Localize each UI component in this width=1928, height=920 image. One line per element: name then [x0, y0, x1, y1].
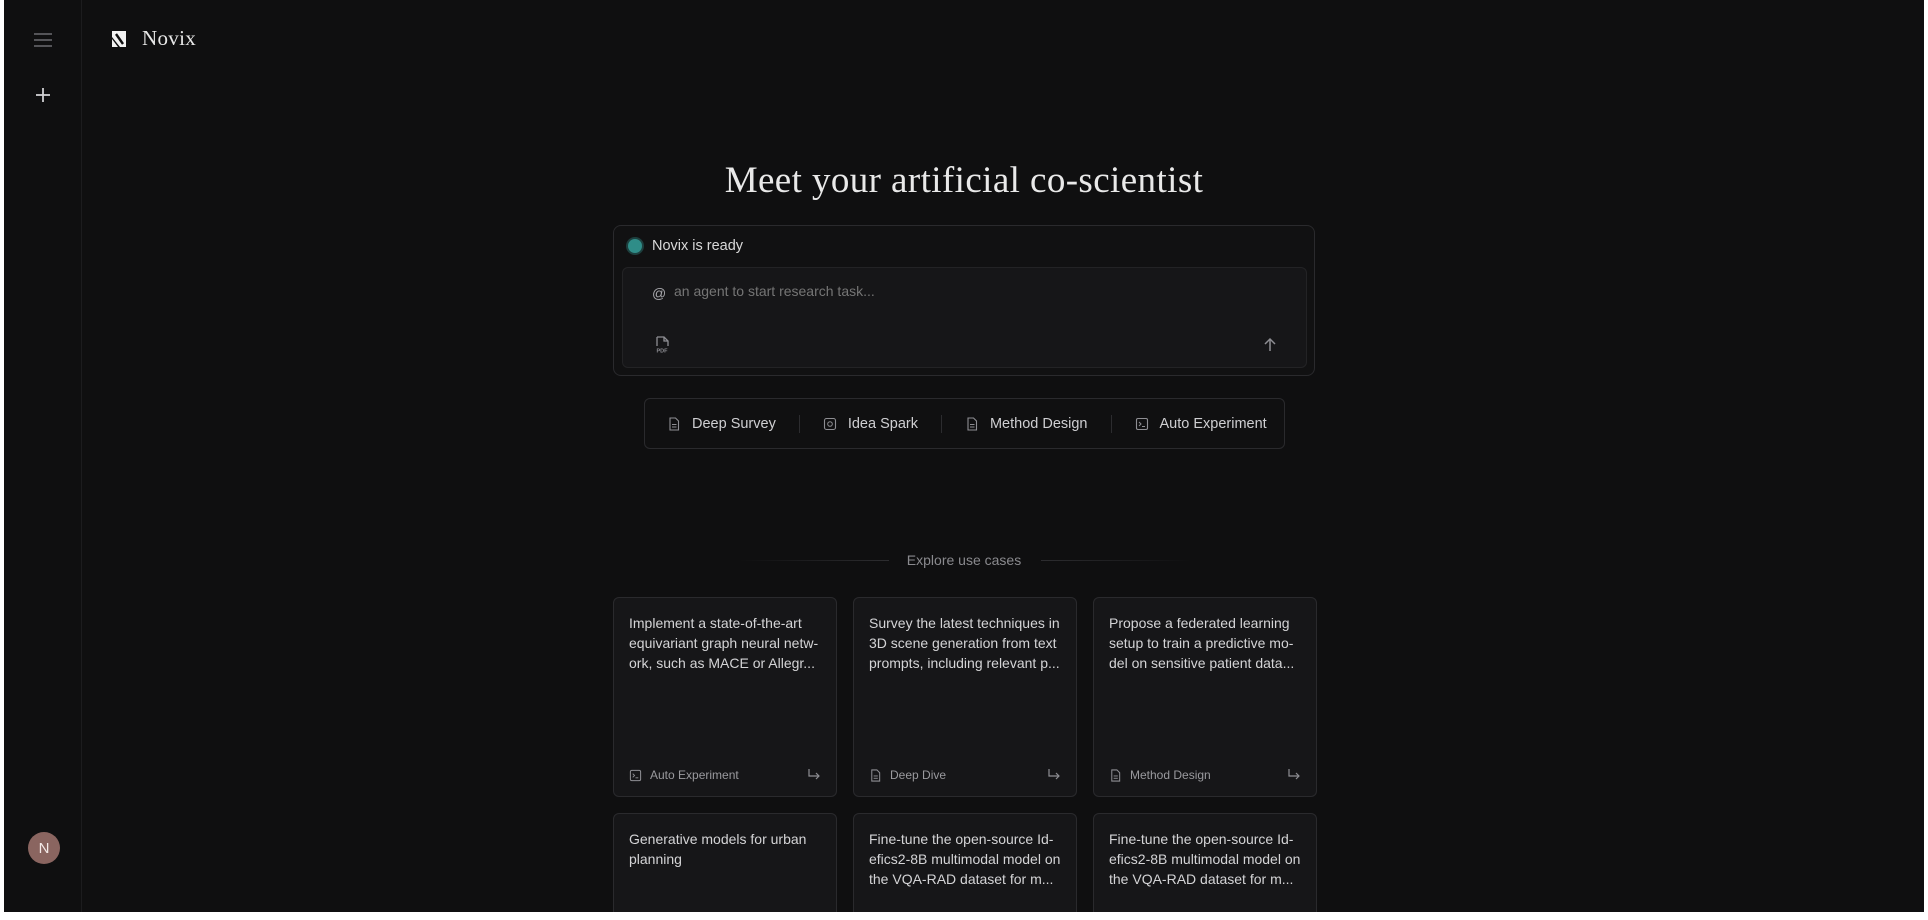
card-text: Implement a state-of-the-art equivariant…: [629, 615, 819, 671]
status-indicator: Novix is ready: [628, 238, 743, 254]
spark-icon: [823, 417, 836, 430]
prompt-box: @ PDF: [622, 267, 1307, 368]
corner-arrow-icon: [1288, 769, 1300, 780]
card-text: Fine-tune the open-source Id-efics2-8B m…: [869, 831, 1061, 887]
menu-button[interactable]: [27, 24, 59, 56]
divider: [940, 414, 942, 433]
sidebar: N: [4, 0, 82, 912]
svg-text:PDF: PDF: [657, 349, 669, 355]
mention-symbol: @: [652, 285, 667, 301]
card-tag: Method Design: [1109, 768, 1211, 782]
document-icon: [669, 416, 680, 431]
status-dot-icon: [628, 239, 642, 253]
composer: Novix is ready @ PDF: [613, 225, 1315, 376]
use-case-card[interactable]: Generative models for urban planning: [613, 813, 837, 912]
terminal-icon: [629, 769, 642, 781]
page-title: Meet your artificial co-scientist: [724, 160, 1204, 201]
explore-heading: Explore use cases: [906, 552, 1022, 568]
mode-label: Deep Survey: [692, 415, 776, 432]
mode-auto-experiment[interactable]: Auto Experiment: [1135, 416, 1267, 432]
send-button[interactable]: [1260, 335, 1280, 355]
use-case-card[interactable]: Survey the latest techniques in 3D scene…: [853, 597, 1077, 797]
novix-logo-icon: [112, 30, 126, 47]
card-tag-label: Method Design: [1130, 768, 1211, 782]
corner-arrow-icon: [1048, 769, 1060, 780]
divider: [798, 414, 800, 433]
mode-label: Auto Experiment: [1159, 415, 1267, 432]
pdf-file-icon: PDF: [656, 336, 669, 355]
app-window: N Novix Meet your artificial co-scientis…: [4, 0, 1924, 912]
use-case-card[interactable]: Fine-tune the open-source Id-efics2-8B m…: [853, 813, 1077, 912]
use-case-card[interactable]: Propose a federated learning setup to tr…: [1093, 597, 1317, 797]
card-text: Fine-tune the open-source Id-efics2-8B m…: [1109, 831, 1301, 887]
status-text: Novix is ready: [652, 238, 744, 254]
mode-label: Method Design: [989, 415, 1088, 432]
document-icon: [1111, 768, 1121, 782]
mode-label: Idea Spark: [847, 415, 918, 432]
divider: [1110, 414, 1112, 433]
corner-arrow-icon: [808, 769, 820, 780]
terminal-icon: [1135, 417, 1148, 430]
use-case-card[interactable]: Fine-tune the open-source Id-efics2-8B m…: [1093, 813, 1317, 912]
document-icon: [871, 768, 881, 782]
card-text: Generative models for urban planning: [629, 831, 807, 867]
card-text: Survey the latest techniques in 3D scene…: [869, 615, 1060, 671]
mode-method-design[interactable]: Method Design: [965, 416, 1088, 432]
card-tag: Auto Experiment: [629, 768, 739, 782]
attach-pdf-button[interactable]: PDF: [652, 335, 672, 355]
use-case-card[interactable]: Implement a state-of-the-art equivariant…: [613, 597, 837, 797]
card-tag: Deep Dive: [869, 768, 946, 782]
brand-name: Novix: [142, 26, 196, 50]
mode-deep-survey[interactable]: Deep Survey: [667, 416, 776, 432]
card-tag-label: Deep Dive: [890, 768, 947, 782]
avatar-initial: N: [38, 839, 50, 857]
prompt-input[interactable]: [674, 283, 1234, 299]
avatar[interactable]: N: [28, 832, 60, 864]
card-tag-label: Auto Experiment: [650, 768, 739, 782]
brand[interactable]: Novix: [108, 26, 196, 51]
arrow-up-icon: [1264, 337, 1276, 351]
new-chat-button[interactable]: [27, 79, 59, 111]
card-text: Propose a federated learning setup to tr…: [1109, 615, 1295, 671]
mode-selector: Deep Survey Idea Spark Method Design Aut…: [644, 398, 1285, 449]
mode-idea-spark[interactable]: Idea Spark: [823, 416, 918, 432]
hamburger-icon: [34, 33, 52, 47]
plus-icon: [36, 88, 50, 102]
document-icon: [967, 416, 978, 431]
